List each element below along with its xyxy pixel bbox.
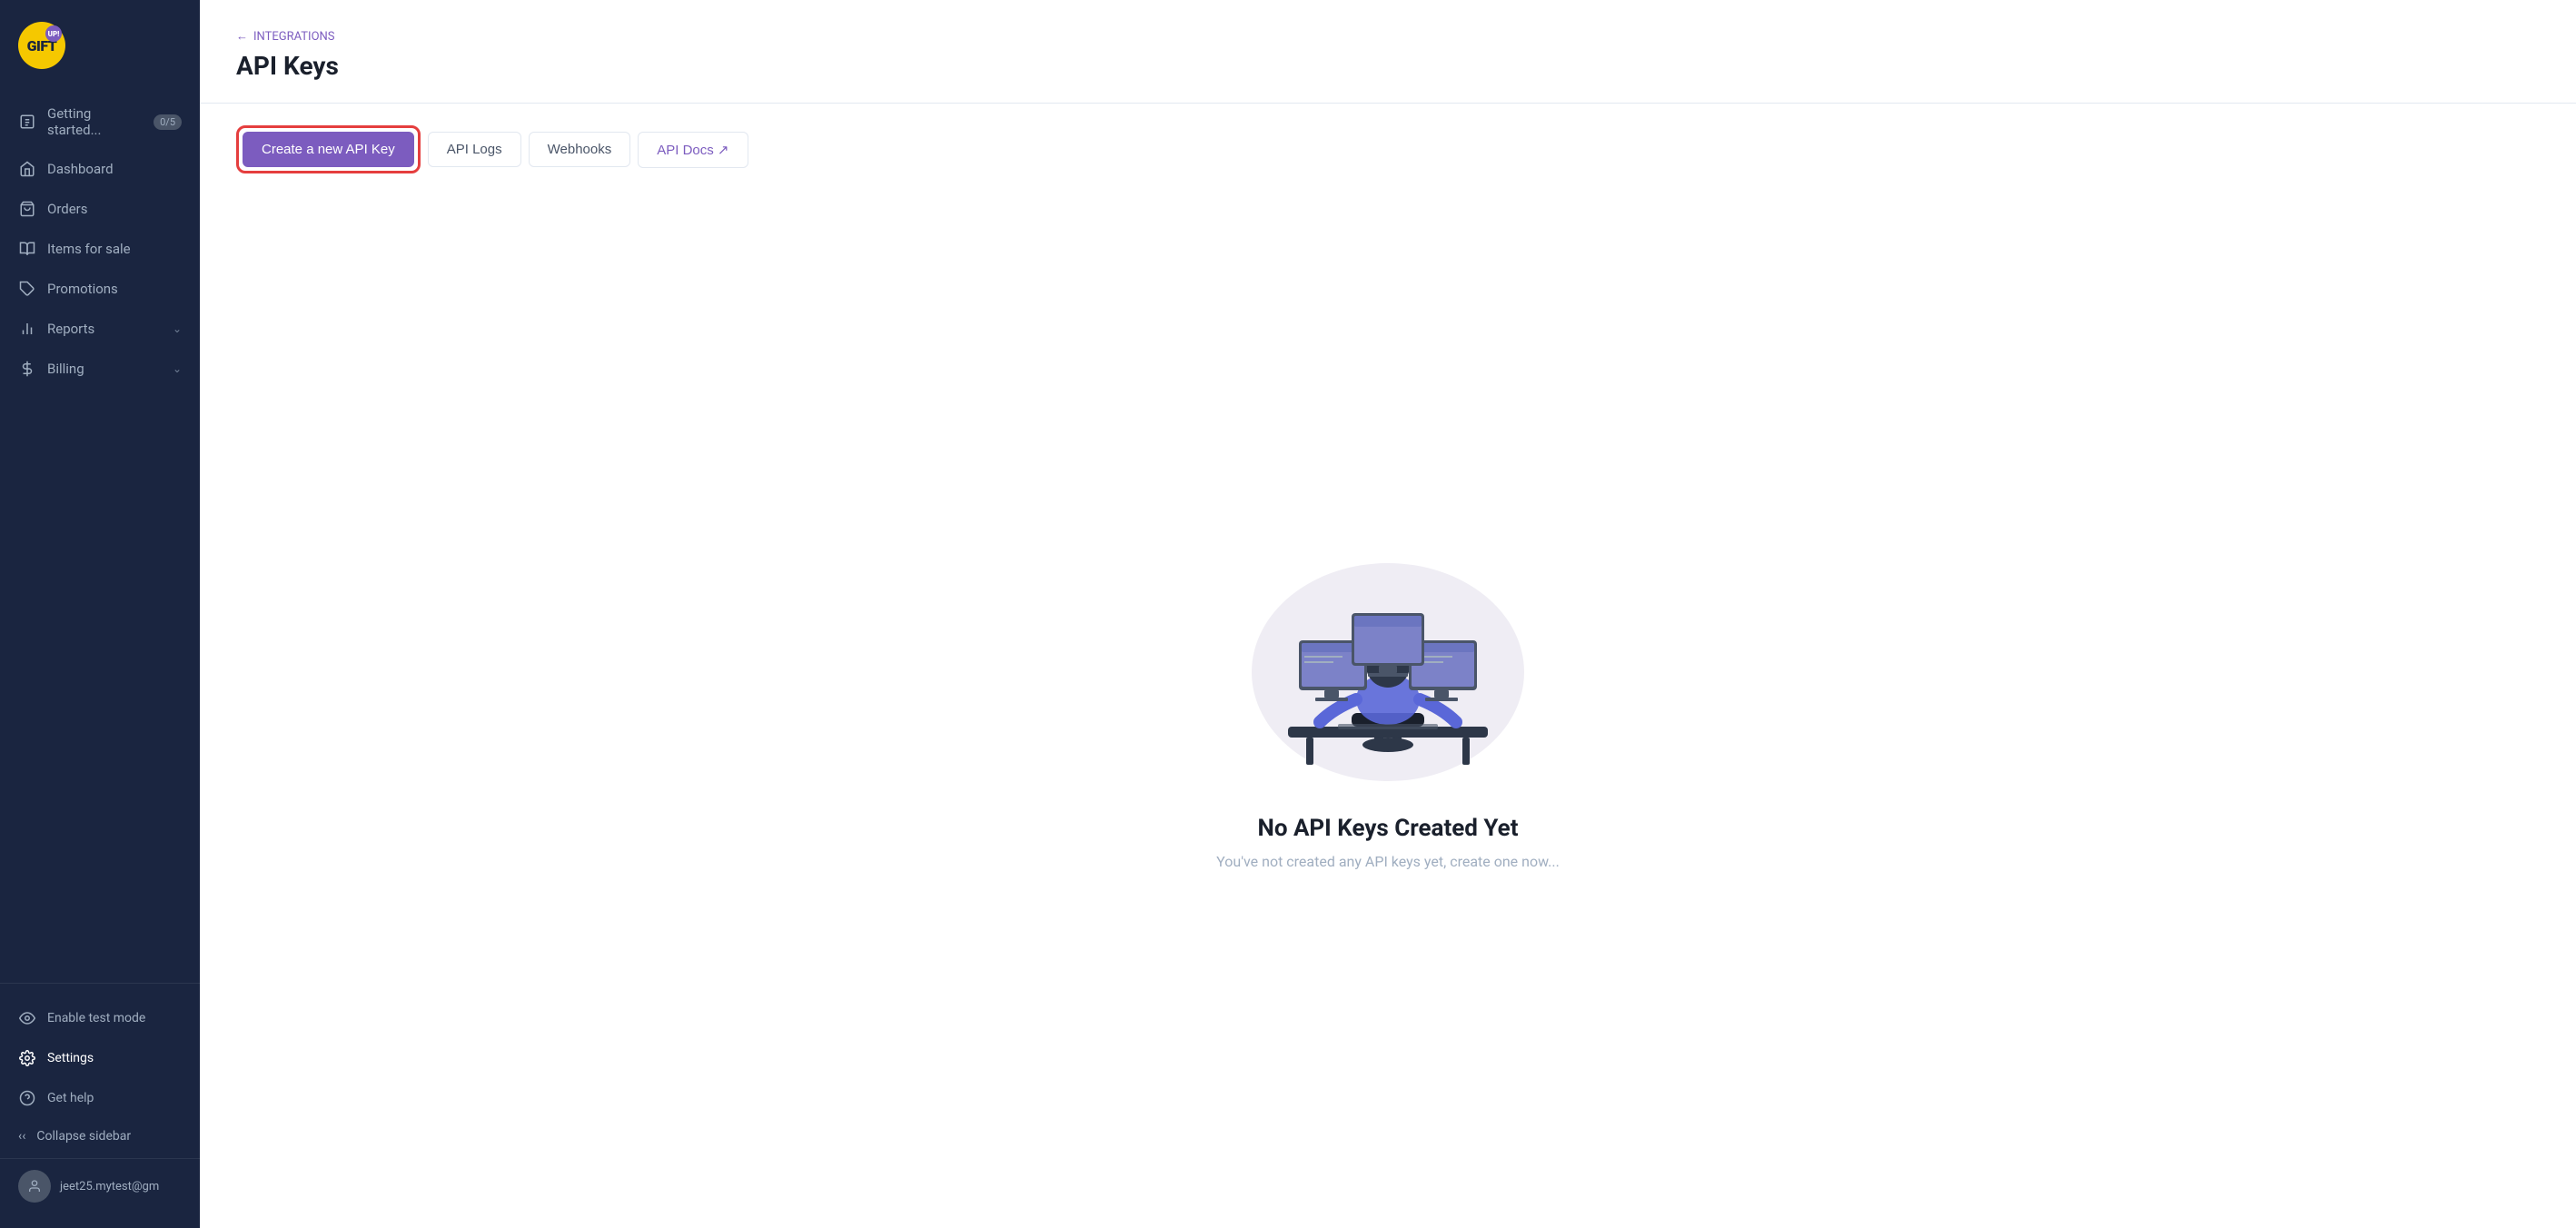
sidebar-item-get-help[interactable]: Get help [0, 1078, 200, 1118]
collapse-sidebar-button[interactable]: ‹‹ Collapse sidebar [0, 1118, 200, 1154]
chevron-down-icon: ⌄ [173, 362, 182, 375]
sidebar-item-billing[interactable]: Billing ⌄ [0, 349, 200, 389]
sidebar-item-enable-test-mode[interactable]: Enable test mode [0, 998, 200, 1038]
breadcrumb-arrow: ← [236, 29, 248, 44]
sidebar-item-label: Getting started... [47, 105, 139, 138]
illustration [1234, 531, 1542, 786]
page-header: ← INTEGRATIONS API Keys [200, 0, 2576, 104]
tab-api-docs[interactable]: API Docs ↗ [638, 132, 748, 168]
bar-chart-icon [18, 320, 36, 338]
tab-create-api-key[interactable]: Create a new API Key [243, 132, 414, 167]
breadcrumb: ← INTEGRATIONS [236, 29, 2540, 44]
main-content: ← INTEGRATIONS API Keys Create a new API… [200, 0, 2576, 1228]
sidebar: GIFT UP! Getting started... 0/5 Dashboar… [0, 0, 200, 1228]
empty-state-area: No API Keys Created Yet You've not creat… [200, 173, 2576, 1228]
sidebar-item-reports[interactable]: Reports ⌄ [0, 309, 200, 349]
logo-up-text: UP! [45, 25, 62, 42]
logo-badge: GIFT UP! [18, 22, 65, 69]
sidebar-item-items-for-sale[interactable]: Items for sale [0, 229, 200, 269]
sidebar-nav: Getting started... 0/5 Dashboard Orders … [0, 87, 200, 983]
shopping-bag-icon [18, 200, 36, 218]
home-icon [18, 160, 36, 178]
sidebar-item-label: Enable test mode [47, 1011, 145, 1025]
eye-icon [18, 1009, 36, 1027]
sidebar-item-settings[interactable]: Settings [0, 1038, 200, 1078]
collapse-left-icon: ‹‹ [18, 1129, 25, 1144]
sidebar-item-label: Dashboard [47, 161, 114, 177]
chevron-down-icon: ⌄ [173, 322, 182, 335]
sidebar-item-label: Get help [47, 1091, 94, 1105]
logo-area: GIFT UP! [0, 0, 200, 87]
sidebar-item-label: Promotions [47, 281, 118, 297]
sidebar-item-getting-started[interactable]: Getting started... 0/5 [0, 94, 200, 149]
tab-api-logs[interactable]: API Logs [428, 132, 521, 167]
user-email: jeet25.mytest@gm [60, 1180, 159, 1193]
sidebar-item-label: Billing [47, 361, 84, 377]
settings-icon [18, 1049, 36, 1067]
empty-state-subtitle: You've not created any API keys yet, cre… [1216, 853, 1560, 870]
empty-state-title: No API Keys Created Yet [1257, 815, 1518, 842]
tabs-bar: Create a new API Key API Logs Webhooks A… [200, 104, 2576, 173]
avatar [18, 1170, 51, 1203]
book-open-icon [18, 240, 36, 258]
page-title: API Keys [236, 51, 2540, 81]
nav-badge: 0/5 [154, 114, 182, 130]
tag-icon [18, 280, 36, 298]
user-section[interactable]: jeet25.mytest@gm [0, 1158, 200, 1213]
sidebar-item-label: Settings [47, 1051, 94, 1065]
sidebar-item-promotions[interactable]: Promotions [0, 269, 200, 309]
breadcrumb-label: INTEGRATIONS [253, 30, 335, 44]
sidebar-bottom: Enable test mode Settings Get help ‹‹ Co… [0, 983, 200, 1228]
sidebar-item-label: Orders [47, 201, 88, 217]
sidebar-item-orders[interactable]: Orders [0, 189, 200, 229]
dollar-sign-icon [18, 360, 36, 378]
sidebar-item-label: Reports [47, 321, 94, 337]
file-icon [18, 113, 36, 131]
sidebar-item-label: Items for sale [47, 241, 131, 257]
help-circle-icon [18, 1089, 36, 1107]
tab-webhooks[interactable]: Webhooks [529, 132, 631, 167]
collapse-label: Collapse sidebar [36, 1129, 131, 1144]
highlighted-tab-wrapper: Create a new API Key [236, 125, 421, 173]
sidebar-item-dashboard[interactable]: Dashboard [0, 149, 200, 189]
